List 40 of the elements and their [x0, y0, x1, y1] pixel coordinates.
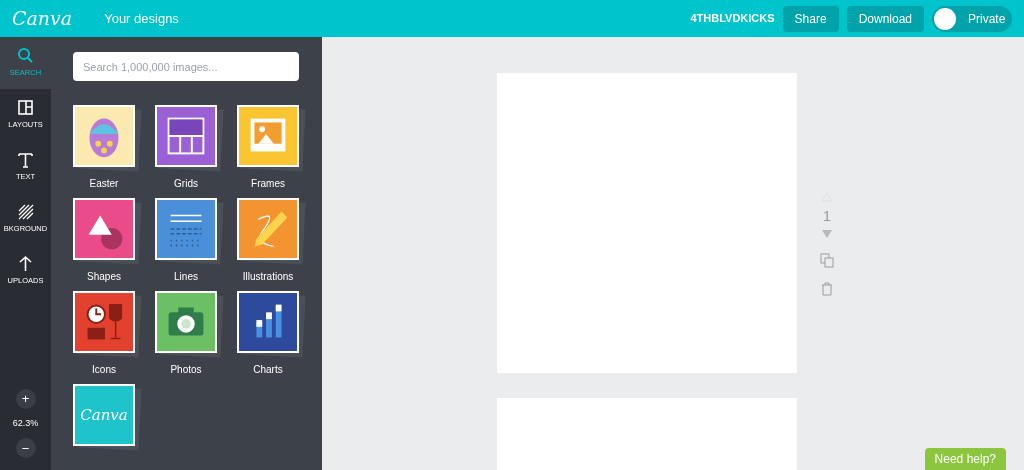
move-down-icon[interactable]	[821, 229, 833, 239]
search-icon	[17, 47, 34, 65]
privacy-toggle[interactable]: Private	[932, 5, 1012, 32]
layouts-icon	[17, 99, 34, 117]
header-button[interactable]: Share	[782, 5, 839, 32]
tile-label: Frames	[251, 177, 285, 191]
category-tile[interactable]	[73, 291, 135, 353]
zoom-level: 62.3%	[12, 416, 39, 430]
logo: Canva	[80, 404, 128, 426]
tile-label: Icons	[92, 363, 116, 377]
logo-tile[interactable]: Canva	[73, 384, 135, 446]
duplicate-icon[interactable]	[820, 253, 834, 268]
tile-label: Illustrations	[242, 270, 294, 284]
tile-label: Photos	[170, 363, 202, 377]
category-tile[interactable]	[237, 198, 299, 260]
category-tile[interactable]	[73, 105, 135, 167]
category-tile[interactable]	[237, 105, 299, 167]
team-name[interactable]: 4THBLVDKICKS	[690, 10, 775, 27]
category-tile[interactable]	[237, 291, 299, 353]
category-tile[interactable]	[155, 291, 217, 353]
background-icon	[17, 203, 34, 221]
category-tile[interactable]	[73, 198, 135, 260]
zoom-out-button[interactable]: −	[15, 438, 36, 458]
help-button[interactable]: Need help?	[924, 448, 1006, 470]
trash-icon[interactable]	[821, 282, 833, 296]
page-number: 1	[822, 208, 832, 223]
zoom-in-button[interactable]: +	[15, 388, 36, 409]
search-field[interactable]: Search 1,000,000 images...	[73, 52, 299, 81]
tile-label: Charts	[253, 363, 283, 377]
tile-label: Grids	[174, 177, 198, 191]
logo[interactable]: Canva	[12, 4, 73, 33]
header-button[interactable]: Download	[846, 5, 924, 32]
category-tile[interactable]	[155, 198, 217, 260]
nav-link[interactable]: Your designs	[104, 8, 179, 29]
tile-label: Lines	[174, 270, 198, 284]
category-tile[interactable]	[155, 105, 217, 167]
uploads-icon	[17, 255, 34, 273]
tile-label: Easter	[89, 177, 119, 191]
text-icon	[17, 151, 34, 169]
tile-label: Shapes	[87, 270, 121, 284]
